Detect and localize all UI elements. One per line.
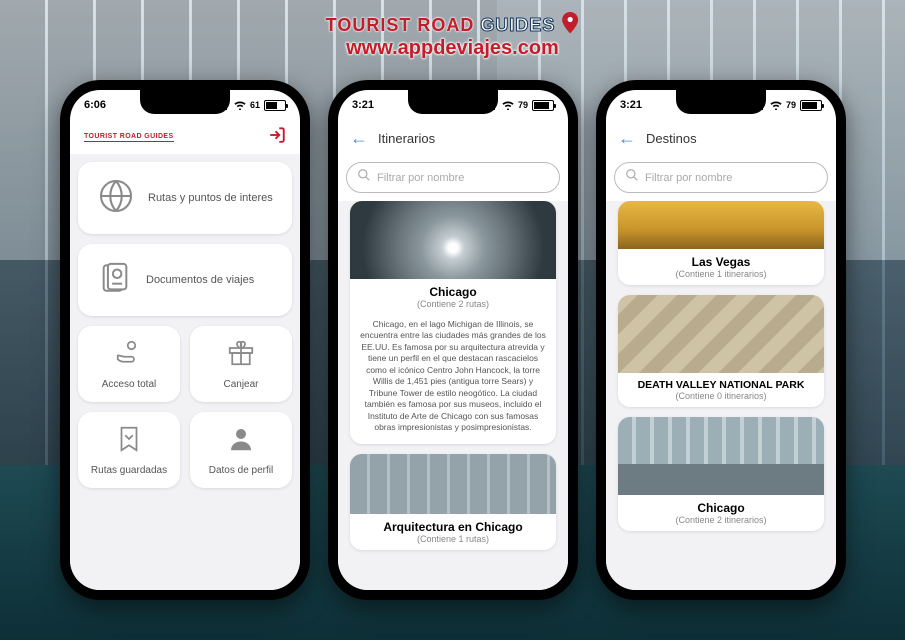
- card-image: [618, 417, 824, 495]
- menu-label: Acceso total: [102, 379, 156, 390]
- gift-icon: [226, 338, 256, 373]
- phone-2: 3:21 79 ← Itinerarios Filtrar por nombre: [328, 80, 578, 600]
- card-image: [618, 295, 824, 373]
- banner-url: www.appdeviajes.com: [326, 37, 580, 60]
- battery-icon: [800, 100, 822, 111]
- phone-notch: [676, 90, 766, 114]
- status-time: 6:06: [84, 99, 106, 111]
- destination-list[interactable]: Las Vegas (Contiene 1 itinerarios) DEATH…: [606, 201, 836, 590]
- wifi-icon: [502, 100, 514, 110]
- search-icon: [357, 168, 371, 187]
- phone-1-screen: 6:06 61 TOURIST ROAD GUIDES: [70, 90, 300, 590]
- phone-2-screen: 3:21 79 ← Itinerarios Filtrar por nombre: [338, 90, 568, 590]
- search-placeholder: Filtrar por nombre: [645, 172, 732, 184]
- search-icon: [625, 168, 639, 187]
- search-input[interactable]: Filtrar por nombre: [614, 162, 828, 193]
- card-image: [350, 201, 556, 279]
- card-sub: (Contiene 1 itinerarios): [618, 269, 824, 285]
- back-icon[interactable]: ←: [618, 128, 636, 149]
- wifi-icon: [234, 100, 246, 110]
- banner-text-b: GUIDES: [480, 15, 555, 35]
- menu-label: Documentos de viajes: [146, 274, 254, 286]
- menu-label: Datos de perfil: [209, 465, 273, 476]
- battery-percent: 79: [518, 100, 528, 110]
- promo-stage: TOURIST ROAD GUIDES www.appdeviajes.com …: [0, 0, 905, 640]
- phone-notch: [140, 90, 230, 114]
- menu-item-redeem[interactable]: Canjear: [190, 326, 292, 402]
- map-pin-icon: [561, 12, 579, 39]
- menu-label: Rutas guardadas: [91, 465, 167, 476]
- list-header: ← Destinos: [606, 120, 836, 156]
- battery-icon: [264, 100, 286, 111]
- card-sub: (Contiene 1 rutas): [350, 534, 556, 550]
- status-time: 3:21: [352, 99, 374, 111]
- saved-routes-icon: [114, 424, 144, 459]
- phone-3-screen: 3:21 79 ← Destinos Filtrar por nombre: [606, 90, 836, 590]
- card-title: Arquitectura en Chicago: [350, 514, 556, 534]
- battery-percent: 79: [786, 100, 796, 110]
- card-image: [618, 201, 824, 249]
- menu-area: Rutas y puntos de interes Documentos de …: [70, 154, 300, 590]
- app-logo: TOURIST ROAD GUIDES: [84, 133, 174, 142]
- card-title: DEATH VALLEY NATIONAL PARK: [618, 373, 824, 391]
- banner-title: TOURIST ROAD GUIDES: [326, 12, 580, 39]
- passport-icon: [98, 261, 132, 300]
- menu-label: Rutas y puntos de interes: [148, 192, 273, 204]
- globe-icon: [98, 178, 134, 219]
- menu-item-saved[interactable]: Rutas guardadas: [78, 412, 180, 488]
- search-placeholder: Filtrar por nombre: [377, 172, 464, 184]
- app-header: TOURIST ROAD GUIDES: [70, 120, 300, 154]
- back-icon[interactable]: ←: [350, 128, 368, 149]
- banner: TOURIST ROAD GUIDES www.appdeviajes.com: [326, 12, 580, 60]
- card-image: [350, 454, 556, 514]
- card-sub: (Contiene 2 itinerarios): [618, 515, 824, 531]
- battery-percent: 61: [250, 100, 260, 110]
- wifi-icon: [770, 100, 782, 110]
- menu-item-docs[interactable]: Documentos de viajes: [78, 244, 292, 316]
- person-icon: [226, 424, 256, 459]
- menu-item-access[interactable]: Acceso total: [78, 326, 180, 402]
- phone-3: 3:21 79 ← Destinos Filtrar por nombre: [596, 80, 846, 600]
- destination-card-chicago[interactable]: Chicago (Contiene 2 itinerarios): [618, 417, 824, 531]
- banner-text-a: TOURIST ROAD: [326, 15, 481, 35]
- menu-label: Canjear: [223, 379, 258, 390]
- list-header: ← Itinerarios: [338, 120, 568, 156]
- logout-icon[interactable]: [268, 126, 286, 149]
- header-title: Destinos: [646, 131, 697, 146]
- card-title: Chicago: [350, 279, 556, 299]
- destination-card-vegas[interactable]: Las Vegas (Contiene 1 itinerarios): [618, 201, 824, 285]
- battery-icon: [532, 100, 554, 111]
- card-description: Chicago, en el lago Michigan de Illinois…: [350, 315, 556, 444]
- card-title: Las Vegas: [618, 249, 824, 269]
- card-title: Chicago: [618, 495, 824, 515]
- card-sub: (Contiene 0 itinerarios): [618, 391, 824, 407]
- phone-notch: [408, 90, 498, 114]
- hand-coin-icon: [114, 338, 144, 373]
- menu-item-profile[interactable]: Datos de perfil: [190, 412, 292, 488]
- phone-1: 6:06 61 TOURIST ROAD GUIDES: [60, 80, 310, 600]
- search-input[interactable]: Filtrar por nombre: [346, 162, 560, 193]
- itinerary-list[interactable]: Chicago (Contiene 2 rutas) Chicago, en e…: [338, 201, 568, 590]
- itinerary-card-arquitectura[interactable]: Arquitectura en Chicago (Contiene 1 ruta…: [350, 454, 556, 550]
- status-time: 3:21: [620, 99, 642, 111]
- menu-item-routes[interactable]: Rutas y puntos de interes: [78, 162, 292, 234]
- destination-card-death-valley[interactable]: DEATH VALLEY NATIONAL PARK (Contiene 0 i…: [618, 295, 824, 407]
- header-title: Itinerarios: [378, 131, 435, 146]
- menu-grid: Rutas y puntos de interes Documentos de …: [78, 162, 292, 488]
- itinerary-card-chicago[interactable]: Chicago (Contiene 2 rutas) Chicago, en e…: [350, 201, 556, 444]
- card-sub: (Contiene 2 rutas): [350, 299, 556, 315]
